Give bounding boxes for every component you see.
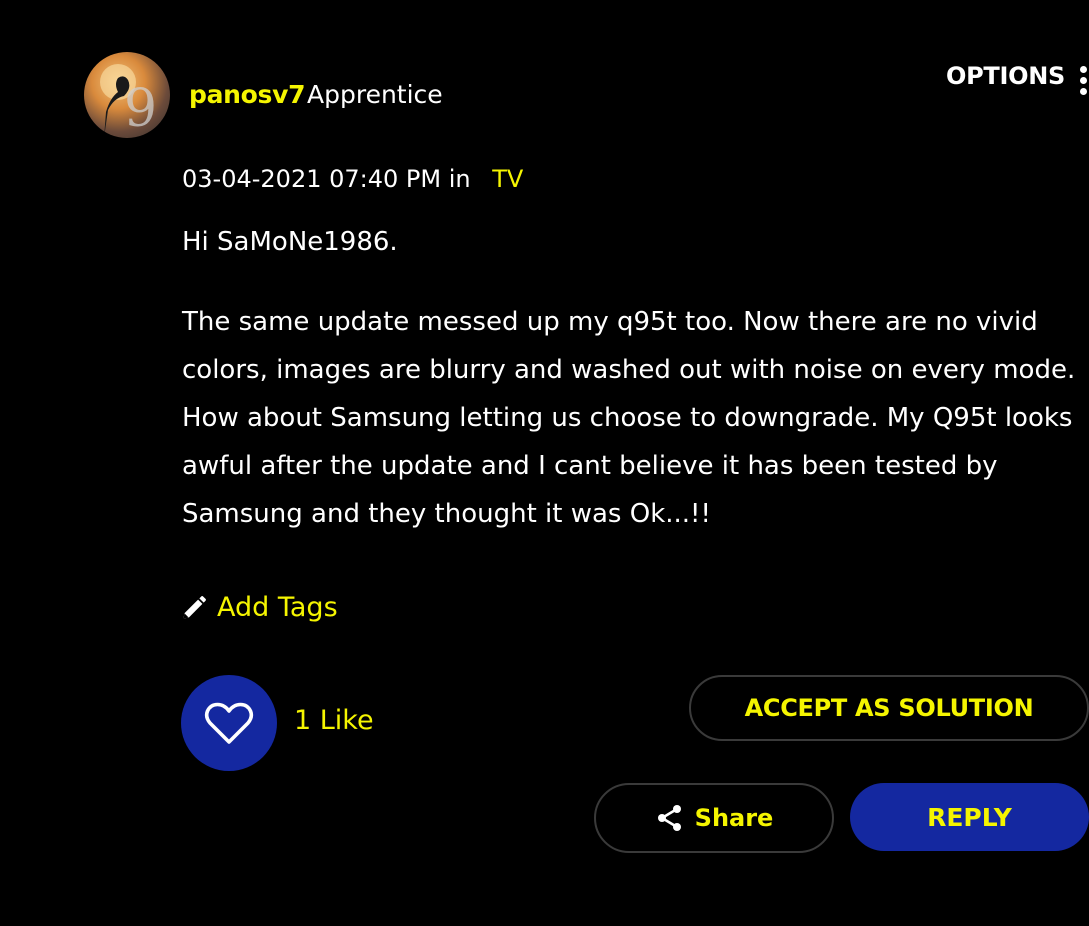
post-date: 03-04-2021 07:40 PM: [182, 165, 442, 193]
heart-icon: [204, 702, 254, 744]
like-count[interactable]: 1 Like: [294, 705, 374, 736]
add-tags-label: Add Tags: [217, 592, 338, 623]
author-username[interactable]: panosv7: [189, 80, 306, 109]
post-in-label: in: [448, 165, 471, 193]
add-tags-link[interactable]: Add Tags: [180, 592, 338, 623]
like-button[interactable]: [181, 675, 277, 771]
post-body: The same update messed up my q95t too. N…: [182, 307, 1076, 529]
share-button[interactable]: Share: [594, 783, 834, 853]
accept-as-solution-button[interactable]: ACCEPT AS SOLUTION: [689, 675, 1089, 741]
avatar-image: 9: [100, 64, 157, 138]
options-button[interactable]: OPTIONS: [946, 62, 1065, 90]
kebab-menu-icon[interactable]: [1080, 66, 1089, 96]
pencil-icon: [183, 595, 207, 618]
avatar[interactable]: 9: [84, 52, 170, 138]
board-link[interactable]: TV: [492, 165, 523, 193]
post-meta: 03-04-2021 07:40 PM in TV: [182, 165, 523, 193]
share-label: Share: [694, 804, 774, 832]
post-greeting: Hi SaMoNe1986.: [182, 227, 398, 257]
share-icon: [657, 805, 681, 831]
svg-text:9: 9: [124, 79, 157, 138]
author-rank: Apprentice: [307, 80, 443, 109]
reply-button[interactable]: REPLY: [850, 783, 1089, 851]
